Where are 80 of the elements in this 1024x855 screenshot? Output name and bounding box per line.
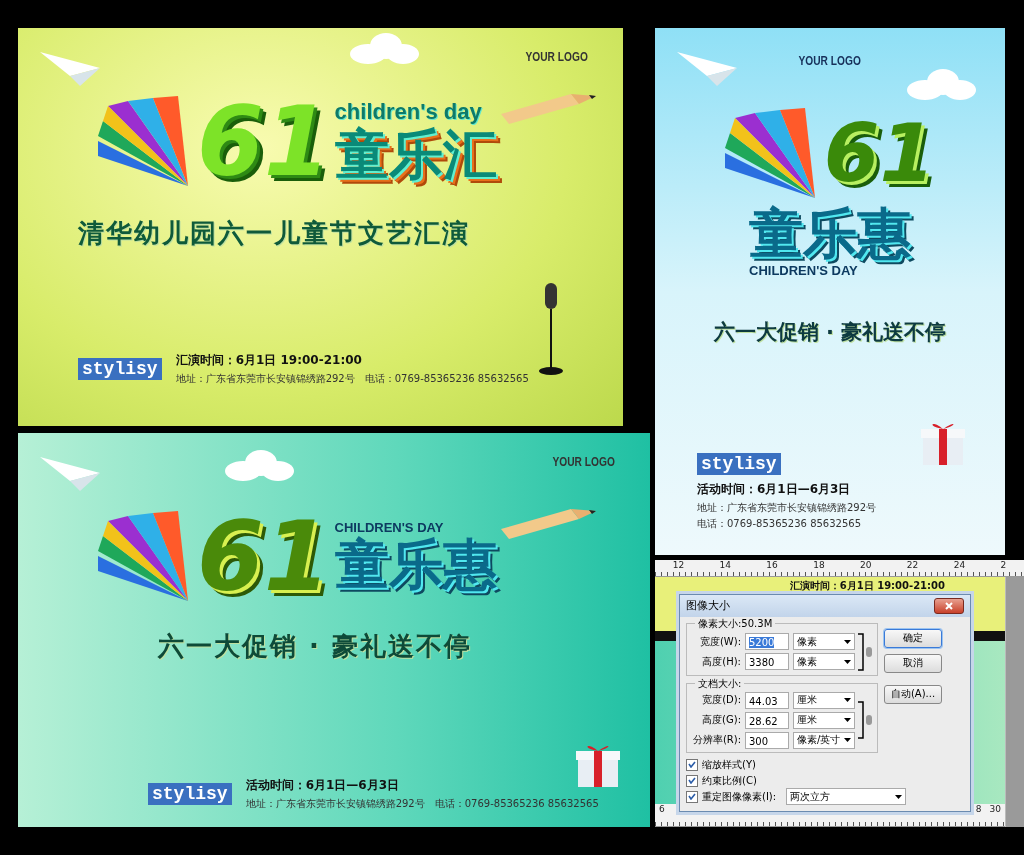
ruler-number: 6	[659, 804, 665, 815]
ruler-number: 16	[766, 559, 778, 571]
brand-logo: stylisy	[78, 357, 162, 380]
field-label: 高度(G):	[701, 713, 741, 728]
unit-dropdown[interactable]: 厘米	[793, 711, 855, 729]
microphone-icon	[539, 283, 563, 375]
caret-icon	[844, 639, 851, 644]
checkbox[interactable]	[686, 790, 698, 803]
link-bracket-icon	[857, 631, 873, 672]
ruler-number: 12	[672, 559, 685, 571]
ruler-number: 2	[1000, 559, 1007, 571]
close-button[interactable]	[934, 597, 964, 614]
field-label: 宽度(W):	[698, 634, 741, 649]
ruler-number: 24	[953, 559, 966, 571]
cloud-icon	[223, 448, 295, 483]
unit-dropdown[interactable]: 像素	[793, 653, 855, 671]
ruler-number: 20	[860, 559, 872, 571]
cloud-icon	[905, 68, 977, 102]
phone-text: 电话：0769-85365236 85632565	[434, 797, 599, 811]
checkbox-label: 重定图像像素(I):	[702, 789, 777, 804]
caret-icon	[844, 698, 851, 703]
link-bracket-icon	[857, 700, 873, 741]
group-label: 文档大小:	[695, 676, 745, 690]
field-label: 宽度(D):	[701, 693, 741, 708]
headline-number: 61	[197, 508, 331, 605]
poster-title: 六一大促销 · 豪礼送不停	[158, 629, 473, 663]
event-time: 活动时间：6月1日—6月3日	[697, 480, 852, 498]
dialog-button[interactable]: 取消	[884, 653, 942, 673]
headline-subtitle: children's day	[334, 99, 483, 126]
dialog-button[interactable]: 确定	[884, 628, 942, 648]
field-label: 分辨率(R):	[691, 733, 741, 748]
close-icon	[945, 601, 953, 610]
headline-text: 童乐惠	[334, 534, 497, 595]
text-field[interactable]: 5200	[745, 633, 789, 651]
event-time: 汇演时间：6月1日 19:00-21:00	[175, 351, 363, 369]
headline-subtitle: CHILDREN'S DAY	[334, 519, 445, 535]
resample-dropdown[interactable]: 两次立方	[786, 788, 907, 806]
brand-logo: stylisy	[148, 783, 232, 805]
unit-dropdown[interactable]: 像素	[793, 633, 855, 651]
caret-icon	[844, 659, 851, 664]
caret-icon	[844, 718, 851, 723]
address-text: 地址：广东省东莞市长安镇锦绣路292号	[245, 797, 425, 811]
ruler-number: 30	[989, 804, 1001, 815]
headline-number: 61	[823, 114, 936, 194]
dialog-button[interactable]: 自动(A)...	[884, 684, 942, 704]
headline-text: 童乐汇	[334, 125, 497, 185]
unit-dropdown[interactable]: 像素/英寸	[793, 731, 855, 749]
headline-number: 61	[197, 94, 331, 190]
caret-icon	[844, 738, 851, 743]
ruler-number: 18	[813, 559, 825, 571]
headline-text: 童乐惠	[749, 204, 911, 264]
phone-text: 电话：0769-85365236 85632565	[364, 371, 529, 386]
headline-subtitle: CHILDREN'S DAY	[749, 263, 859, 279]
logo-text: YOUR LOGO	[525, 50, 588, 64]
address-text: 地址：广东省东莞市长安镇锦绣路292号	[697, 500, 877, 515]
canvas-text: 汇演时间：6月1日 19:00-21:00	[789, 578, 945, 593]
checkbox-label: 缩放样式(Y)	[702, 757, 756, 772]
poster-title: 清华幼儿园六一儿童节文艺汇演	[78, 217, 471, 250]
brand-logo: stylisy	[697, 452, 781, 475]
phone-text: 电话：0769-85365236 85632565	[697, 516, 863, 531]
checkbox[interactable]	[686, 774, 698, 787]
ruler-number: 8	[975, 804, 982, 815]
event-time: 活动时间：6月1日—6月3日	[245, 777, 401, 794]
checkbox-label: 约束比例(C)	[702, 773, 757, 788]
logo-text: YOUR LOGO	[552, 454, 615, 469]
logo-text: YOUR LOGO	[798, 54, 862, 68]
field-label: 高度(H):	[701, 654, 741, 669]
text-field[interactable]: 44.03	[745, 691, 789, 709]
unit-dropdown[interactable]: 厘米	[793, 691, 855, 709]
text-field[interactable]: 3380	[745, 653, 789, 671]
text-field[interactable]: 28.62	[745, 711, 789, 729]
cloud-icon	[348, 32, 420, 66]
dialog-title: 图像大小	[686, 598, 730, 614]
ruler-number: 22	[906, 559, 919, 571]
text-field[interactable]: 300	[745, 731, 789, 749]
ruler-number: 14	[719, 559, 731, 571]
address-text: 地址：广东省东莞市长安镇锦绣路292号	[175, 371, 355, 386]
poster-title: 六一大促销 · 豪礼送不停	[712, 319, 948, 347]
caret-icon	[895, 794, 903, 799]
checkbox[interactable]	[686, 758, 698, 771]
